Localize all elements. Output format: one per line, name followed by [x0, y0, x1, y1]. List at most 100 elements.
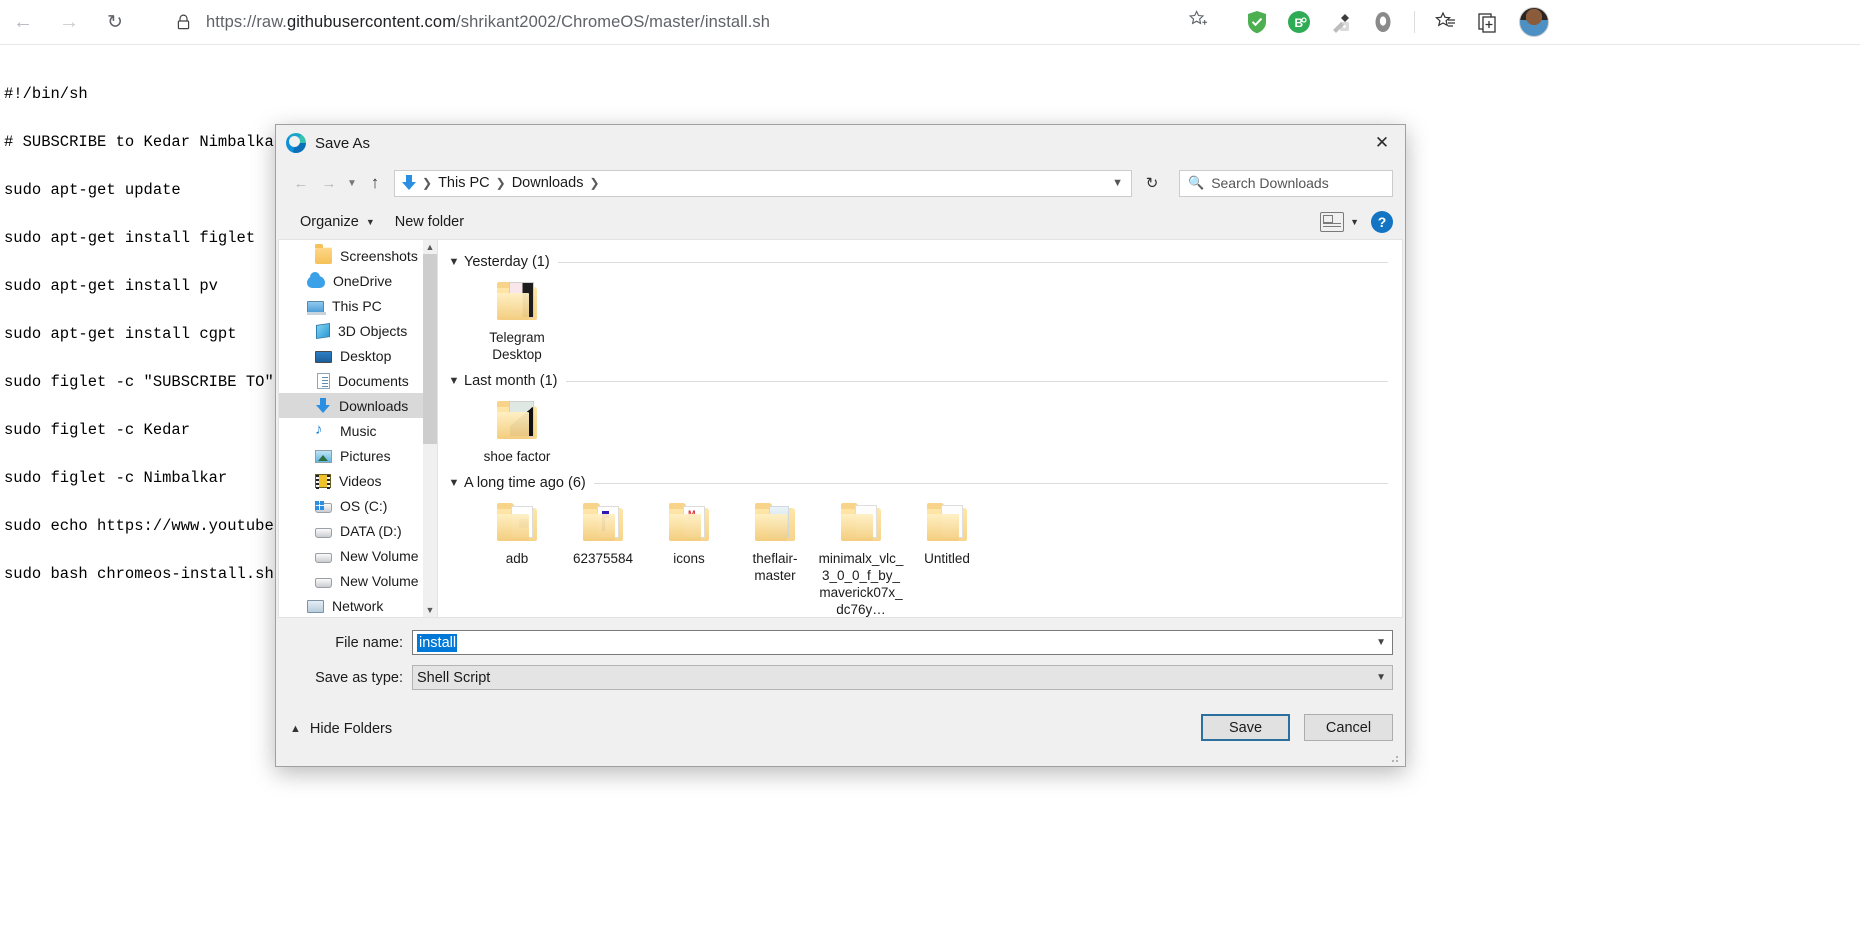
sidebar-item-network[interactable]: Network: [279, 593, 437, 617]
breadcrumb-this-pc[interactable]: This PC: [433, 175, 495, 191]
file-name-input[interactable]: install ▼: [412, 630, 1393, 655]
chevron-down-icon[interactable]: ▼: [446, 477, 462, 489]
collections-icon[interactable]: [1469, 3, 1507, 41]
reload-icon[interactable]: ↻: [92, 2, 138, 42]
telegram-folder-thumb: [493, 281, 541, 325]
pictures-icon: [315, 450, 332, 463]
sidebar-item-desktop[interactable]: Desktop: [279, 343, 437, 368]
sidebar-item-documents[interactable]: Documents: [279, 368, 437, 393]
refresh-icon[interactable]: ↻: [1136, 170, 1168, 197]
list-item[interactable]: adb: [474, 502, 560, 617]
resize-grip[interactable]: [1391, 753, 1402, 764]
sidebar-item-os-c[interactable]: OS (C:): [279, 493, 437, 518]
dialog-title: Save As: [315, 134, 371, 152]
forward-icon[interactable]: →: [46, 2, 92, 42]
group-rule: [557, 261, 1388, 263]
address-bar[interactable]: https://raw.githubusercontent.com/shrika…: [160, 5, 1220, 39]
sidebar-item-label: OneDrive: [333, 272, 393, 289]
list-item[interactable]: icons: [646, 502, 732, 617]
chevron-down-icon[interactable]: ▼: [1112, 177, 1123, 189]
organize-button[interactable]: Organize ▼: [290, 214, 385, 230]
list-item[interactable]: theflair-master: [732, 502, 818, 617]
list-item[interactable]: minimalx_vlc_3_0_0_f_by_maverick07x_dc76…: [818, 502, 904, 617]
shoe-folder-thumb: [493, 400, 541, 444]
hide-folders-label: Hide Folders: [309, 721, 393, 737]
group-label: A long time ago (6): [464, 475, 586, 491]
new-folder-label: New folder: [394, 214, 465, 230]
sidebar-item-videos[interactable]: Videos: [279, 468, 437, 493]
cancel-button[interactable]: Cancel: [1304, 714, 1393, 741]
group-header-last-month[interactable]: ▼ Last month (1): [446, 370, 1388, 392]
caret-down-icon[interactable]: ▼: [1376, 637, 1386, 648]
breadcrumb-separator: ❯: [422, 176, 433, 190]
list-item[interactable]: Untitled: [904, 502, 990, 617]
grammarly-icon[interactable]: [1364, 3, 1402, 41]
downloads-arrow-icon: [401, 174, 419, 192]
caret-down-icon[interactable]: ▼: [1350, 217, 1359, 227]
tile-group-last-month: shoe factor: [446, 394, 1388, 469]
search-input[interactable]: 🔍 Search Downloads: [1179, 169, 1393, 197]
scroll-up-icon[interactable]: ▲: [423, 240, 437, 254]
back-arrow-icon[interactable]: ←: [288, 170, 314, 196]
file-name: Untitled: [924, 551, 970, 566]
plain-folder-thumb: [923, 502, 971, 546]
scroll-down-icon[interactable]: ▼: [423, 603, 437, 617]
adguard-shield-icon[interactable]: [1238, 3, 1276, 41]
browser-toolbar: ← → ↻ https://raw.githubusercontent.com/…: [0, 0, 1860, 45]
list-item[interactable]: Telegram Desktop: [474, 281, 560, 363]
favorites-list-icon[interactable]: [1427, 3, 1465, 41]
close-icon[interactable]: ✕: [1359, 125, 1405, 161]
navigation-scrollbar[interactable]: ▲ ▼: [423, 240, 437, 617]
breadcrumb[interactable]: ❯ This PC ❯ Downloads ❯ ▼: [394, 169, 1132, 197]
favorite-star-icon[interactable]: [1188, 10, 1208, 34]
dialog-command-bar: Organize ▼ New folder ▼ ?: [276, 205, 1405, 239]
sidebar-item-this-pc[interactable]: This PC: [279, 293, 437, 318]
list-item[interactable]: 62375584: [560, 502, 646, 617]
dialog-form: File name: install ▼ Save as type: Shell…: [276, 618, 1405, 698]
up-arrow-icon[interactable]: ↑: [362, 170, 388, 196]
save-as-type-select[interactable]: Shell Script ▼: [412, 665, 1393, 690]
new-folder-button[interactable]: New folder: [385, 214, 474, 230]
flair-folder-thumb: [751, 502, 799, 546]
sidebar-item-pictures[interactable]: Pictures: [279, 443, 437, 468]
list-item[interactable]: shoe factor: [474, 400, 560, 465]
hide-folders-button[interactable]: ▲ Hide Folders: [290, 721, 392, 737]
this-pc-icon: [307, 300, 326, 315]
dialog-footer: ▲ Hide Folders Save Cancel: [276, 698, 1405, 766]
profile-avatar[interactable]: [1519, 7, 1549, 37]
change-view-icon[interactable]: [1320, 212, 1345, 232]
group-rule: [593, 482, 1388, 484]
dialog-titlebar[interactable]: Save As ✕: [276, 125, 1405, 161]
sidebar-item-3d-objects[interactable]: 3D Objects: [279, 318, 437, 343]
file-list-pane[interactable]: ▼ Yesterday (1) Telegram Desktop ▼ Las: [437, 239, 1403, 618]
sidebar-item-downloads[interactable]: Downloads: [279, 393, 437, 418]
help-icon[interactable]: ?: [1371, 211, 1393, 233]
back-icon[interactable]: ←: [0, 2, 46, 42]
sidebar-item-new-volume-e[interactable]: New Volume (E:): [279, 543, 437, 568]
caret-down-icon: ▼: [365, 217, 375, 227]
recent-locations-chevron-icon[interactable]: ▼: [344, 170, 360, 196]
breadcrumb-downloads[interactable]: Downloads: [507, 175, 589, 191]
sidebar-item-data-d[interactable]: DATA (D:): [279, 518, 437, 543]
bitwarden-icon[interactable]: B: [1280, 3, 1318, 41]
group-header-yesterday[interactable]: ▼ Yesterday (1): [446, 251, 1388, 273]
view-controls: ▼ ?: [1320, 205, 1393, 239]
chevron-down-icon[interactable]: ▼: [446, 256, 462, 268]
save-button[interactable]: Save: [1201, 714, 1290, 741]
sidebar-item-music[interactable]: ♪ Music: [279, 418, 437, 443]
sidebar-item-label: DATA (D:): [340, 522, 402, 539]
code-line: #!/bin/sh: [4, 85, 88, 103]
forward-arrow-icon[interactable]: →: [316, 170, 342, 196]
lock-icon: [172, 11, 194, 33]
sidebar-item-new-volume-f[interactable]: New Volume (F:): [279, 568, 437, 593]
caret-down-icon[interactable]: ▼: [1376, 672, 1386, 683]
sidebar-item-onedrive[interactable]: OneDrive: [279, 268, 437, 293]
color-picker-icon[interactable]: [1322, 3, 1360, 41]
chevron-down-icon[interactable]: ▼: [446, 375, 462, 387]
sidebar-item-screenshots[interactable]: Screenshots: [279, 243, 437, 268]
group-header-a-long-time-ago[interactable]: ▼ A long time ago (6): [446, 472, 1388, 494]
chevron-up-icon: ▲: [290, 723, 301, 735]
3d-objects-icon: [316, 323, 330, 339]
scrollbar-thumb[interactable]: [423, 254, 437, 444]
navigation-pane: Screenshots OneDrive This PC 3D Objects: [278, 239, 437, 618]
